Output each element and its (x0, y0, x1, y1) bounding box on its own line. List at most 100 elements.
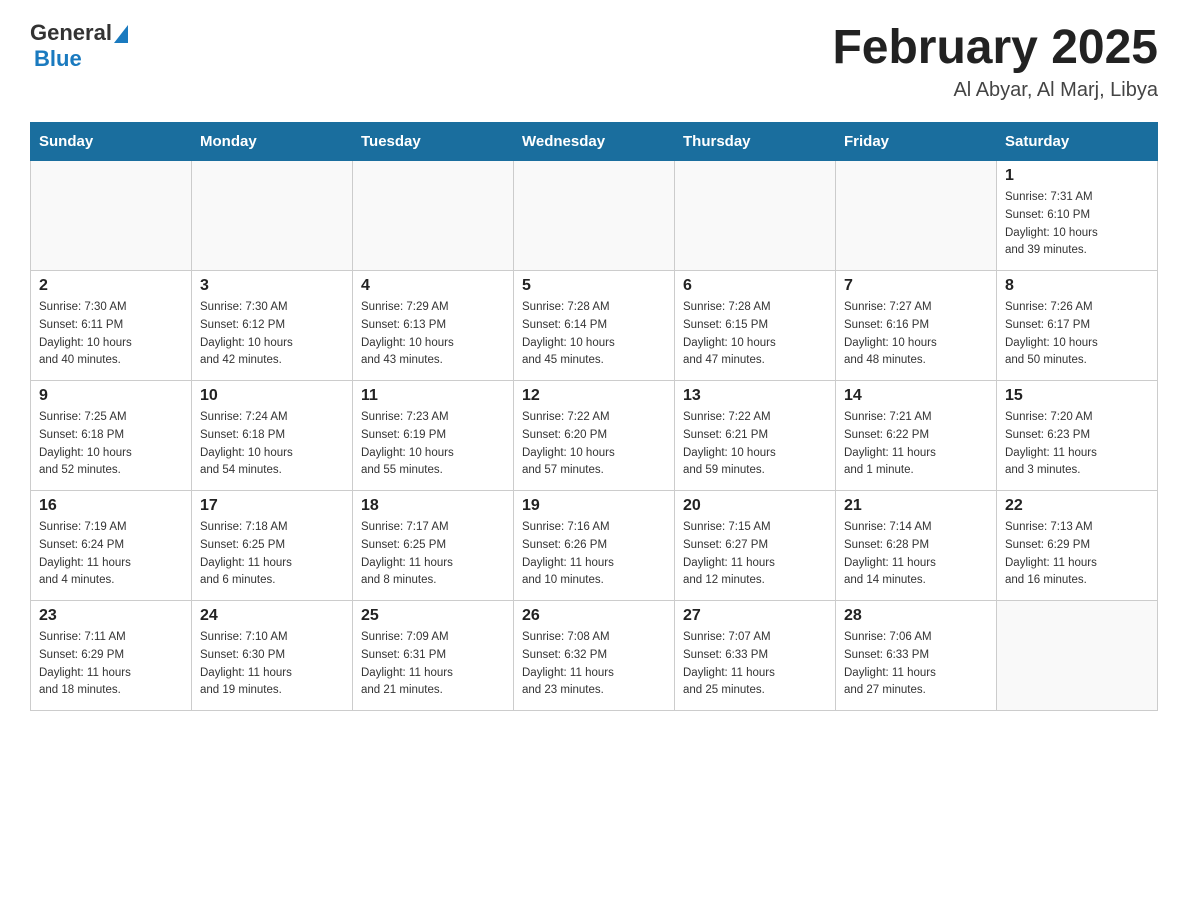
calendar-day-cell: 17 Sunrise: 7:18 AM Sunset: 6:25 PM Dayli… (192, 491, 353, 601)
day-number: 22 (1005, 497, 1149, 515)
calendar-day-cell: 27Sunrise: 7:07 AM Sunset: 6:33 PM Dayli… (675, 601, 836, 711)
calendar-day-cell: 15Sunrise: 7:20 AM Sunset: 6:23 PM Dayli… (997, 381, 1158, 491)
day-info: Sunrise: 7:30 AM Sunset: 6:12 PM Dayligh… (200, 299, 344, 370)
day-number: 14 (844, 387, 988, 405)
weekday-header-monday: Monday (192, 123, 353, 161)
logo-blue-text: Blue (34, 46, 82, 72)
day-number: 25 (361, 607, 505, 625)
weekday-header-saturday: Saturday (997, 123, 1158, 161)
calendar-day-cell: 4 Sunrise: 7:29 AM Sunset: 6:13 PM Daylig… (353, 271, 514, 381)
calendar-day-cell (836, 161, 997, 271)
day-info: Sunrise: 7:19 AM Sunset: 6:24 PM Dayligh… (39, 519, 183, 590)
calendar-week-row: 23 Sunrise: 7:11 AM Sunset: 6:29 PM Dayli… (31, 601, 1158, 711)
calendar-day-cell: 8Sunrise: 7:26 AM Sunset: 6:17 PM Daylig… (997, 271, 1158, 381)
calendar-day-cell: 14 Sunrise: 7:21 AM Sunset: 6:22 PM Dayli… (836, 381, 997, 491)
location-title: Al Abyar, Al Marj, Libya (832, 79, 1158, 102)
day-info: Sunrise: 7:22 AM Sunset: 6:20 PM Dayligh… (522, 409, 666, 480)
day-number: 13 (683, 387, 827, 405)
calendar-week-row: 16 Sunrise: 7:19 AM Sunset: 6:24 PM Dayli… (31, 491, 1158, 601)
day-info: Sunrise: 7:21 AM Sunset: 6:22 PM Dayligh… (844, 409, 988, 480)
day-number: 4 (361, 277, 505, 295)
weekday-header-thursday: Thursday (675, 123, 836, 161)
calendar-day-cell: 9Sunrise: 7:25 AM Sunset: 6:18 PM Daylig… (31, 381, 192, 491)
day-number: 3 (200, 277, 344, 295)
day-info: Sunrise: 7:28 AM Sunset: 6:14 PM Dayligh… (522, 299, 666, 370)
day-info: Sunrise: 7:08 AM Sunset: 6:32 PM Dayligh… (522, 629, 666, 700)
day-info: Sunrise: 7:17 AM Sunset: 6:25 PM Dayligh… (361, 519, 505, 590)
day-info: Sunrise: 7:10 AM Sunset: 6:30 PM Dayligh… (200, 629, 344, 700)
calendar-day-cell: 22 Sunrise: 7:13 AM Sunset: 6:29 PM Dayli… (997, 491, 1158, 601)
day-number: 5 (522, 277, 666, 295)
calendar-day-cell: 25 Sunrise: 7:09 AM Sunset: 6:31 PM Dayli… (353, 601, 514, 711)
month-title: February 2025 (832, 20, 1158, 75)
calendar-day-cell: 6 Sunrise: 7:28 AM Sunset: 6:15 PM Daylig… (675, 271, 836, 381)
day-info: Sunrise: 7:18 AM Sunset: 6:25 PM Dayligh… (200, 519, 344, 590)
weekday-header-wednesday: Wednesday (514, 123, 675, 161)
calendar-day-cell (997, 601, 1158, 711)
day-info: Sunrise: 7:29 AM Sunset: 6:13 PM Dayligh… (361, 299, 505, 370)
calendar-day-cell: 20Sunrise: 7:15 AM Sunset: 6:27 PM Dayli… (675, 491, 836, 601)
day-number: 2 (39, 277, 183, 295)
day-info: Sunrise: 7:30 AM Sunset: 6:11 PM Dayligh… (39, 299, 183, 370)
calendar-day-cell: 1 Sunrise: 7:31 AM Sunset: 6:10 PM Daylig… (997, 161, 1158, 271)
day-info: Sunrise: 7:31 AM Sunset: 6:10 PM Dayligh… (1005, 189, 1149, 260)
calendar-table: SundayMondayTuesdayWednesdayThursdayFrid… (30, 122, 1158, 711)
day-info: Sunrise: 7:09 AM Sunset: 6:31 PM Dayligh… (361, 629, 505, 700)
calendar-day-cell: 23 Sunrise: 7:11 AM Sunset: 6:29 PM Dayli… (31, 601, 192, 711)
calendar-day-cell (675, 161, 836, 271)
day-number: 9 (39, 387, 183, 405)
page-header: General Blue February 2025 Al Abyar, Al … (30, 20, 1158, 102)
day-info: Sunrise: 7:22 AM Sunset: 6:21 PM Dayligh… (683, 409, 827, 480)
day-info: Sunrise: 7:14 AM Sunset: 6:28 PM Dayligh… (844, 519, 988, 590)
day-number: 17 (200, 497, 344, 515)
calendar-week-row: 1 Sunrise: 7:31 AM Sunset: 6:10 PM Daylig… (31, 161, 1158, 271)
day-info: Sunrise: 7:28 AM Sunset: 6:15 PM Dayligh… (683, 299, 827, 370)
calendar-week-row: 9Sunrise: 7:25 AM Sunset: 6:18 PM Daylig… (31, 381, 1158, 491)
day-number: 8 (1005, 277, 1149, 295)
day-info: Sunrise: 7:11 AM Sunset: 6:29 PM Dayligh… (39, 629, 183, 700)
calendar-day-cell: 5 Sunrise: 7:28 AM Sunset: 6:14 PM Daylig… (514, 271, 675, 381)
day-number: 10 (200, 387, 344, 405)
logo-triangle-icon (114, 25, 128, 43)
day-info: Sunrise: 7:16 AM Sunset: 6:26 PM Dayligh… (522, 519, 666, 590)
calendar-day-cell: 18Sunrise: 7:17 AM Sunset: 6:25 PM Dayli… (353, 491, 514, 601)
day-number: 28 (844, 607, 988, 625)
calendar-day-cell: 3 Sunrise: 7:30 AM Sunset: 6:12 PM Daylig… (192, 271, 353, 381)
calendar-day-cell (514, 161, 675, 271)
day-number: 26 (522, 607, 666, 625)
day-number: 23 (39, 607, 183, 625)
day-number: 19 (522, 497, 666, 515)
day-info: Sunrise: 7:13 AM Sunset: 6:29 PM Dayligh… (1005, 519, 1149, 590)
calendar-day-cell (31, 161, 192, 271)
calendar-body: 1 Sunrise: 7:31 AM Sunset: 6:10 PM Daylig… (31, 161, 1158, 711)
calendar-week-row: 2 Sunrise: 7:30 AM Sunset: 6:11 PM Daylig… (31, 271, 1158, 381)
weekday-header-sunday: Sunday (31, 123, 192, 161)
calendar-day-cell: 28 Sunrise: 7:06 AM Sunset: 6:33 PM Dayli… (836, 601, 997, 711)
calendar-day-cell: 26 Sunrise: 7:08 AM Sunset: 6:32 PM Dayli… (514, 601, 675, 711)
calendar-day-cell: 11Sunrise: 7:23 AM Sunset: 6:19 PM Dayli… (353, 381, 514, 491)
day-info: Sunrise: 7:24 AM Sunset: 6:18 PM Dayligh… (200, 409, 344, 480)
day-info: Sunrise: 7:23 AM Sunset: 6:19 PM Dayligh… (361, 409, 505, 480)
day-info: Sunrise: 7:27 AM Sunset: 6:16 PM Dayligh… (844, 299, 988, 370)
day-number: 16 (39, 497, 183, 515)
day-info: Sunrise: 7:06 AM Sunset: 6:33 PM Dayligh… (844, 629, 988, 700)
calendar-day-cell: 24Sunrise: 7:10 AM Sunset: 6:30 PM Dayli… (192, 601, 353, 711)
calendar-day-cell (192, 161, 353, 271)
calendar-day-cell: 13 Sunrise: 7:22 AM Sunset: 6:21 PM Dayli… (675, 381, 836, 491)
calendar-day-cell: 12 Sunrise: 7:22 AM Sunset: 6:20 PM Dayli… (514, 381, 675, 491)
calendar-day-cell: 7 Sunrise: 7:27 AM Sunset: 6:16 PM Daylig… (836, 271, 997, 381)
calendar-day-cell: 19 Sunrise: 7:16 AM Sunset: 6:26 PM Dayli… (514, 491, 675, 601)
calendar-header: SundayMondayTuesdayWednesdayThursdayFrid… (31, 123, 1158, 161)
calendar-day-cell: 10 Sunrise: 7:24 AM Sunset: 6:18 PM Dayli… (192, 381, 353, 491)
day-number: 1 (1005, 167, 1149, 185)
day-number: 12 (522, 387, 666, 405)
day-number: 15 (1005, 387, 1149, 405)
day-number: 7 (844, 277, 988, 295)
day-number: 6 (683, 277, 827, 295)
day-info: Sunrise: 7:07 AM Sunset: 6:33 PM Dayligh… (683, 629, 827, 700)
weekday-header-row: SundayMondayTuesdayWednesdayThursdayFrid… (31, 123, 1158, 161)
weekday-header-tuesday: Tuesday (353, 123, 514, 161)
day-number: 20 (683, 497, 827, 515)
calendar-day-cell (353, 161, 514, 271)
day-number: 21 (844, 497, 988, 515)
